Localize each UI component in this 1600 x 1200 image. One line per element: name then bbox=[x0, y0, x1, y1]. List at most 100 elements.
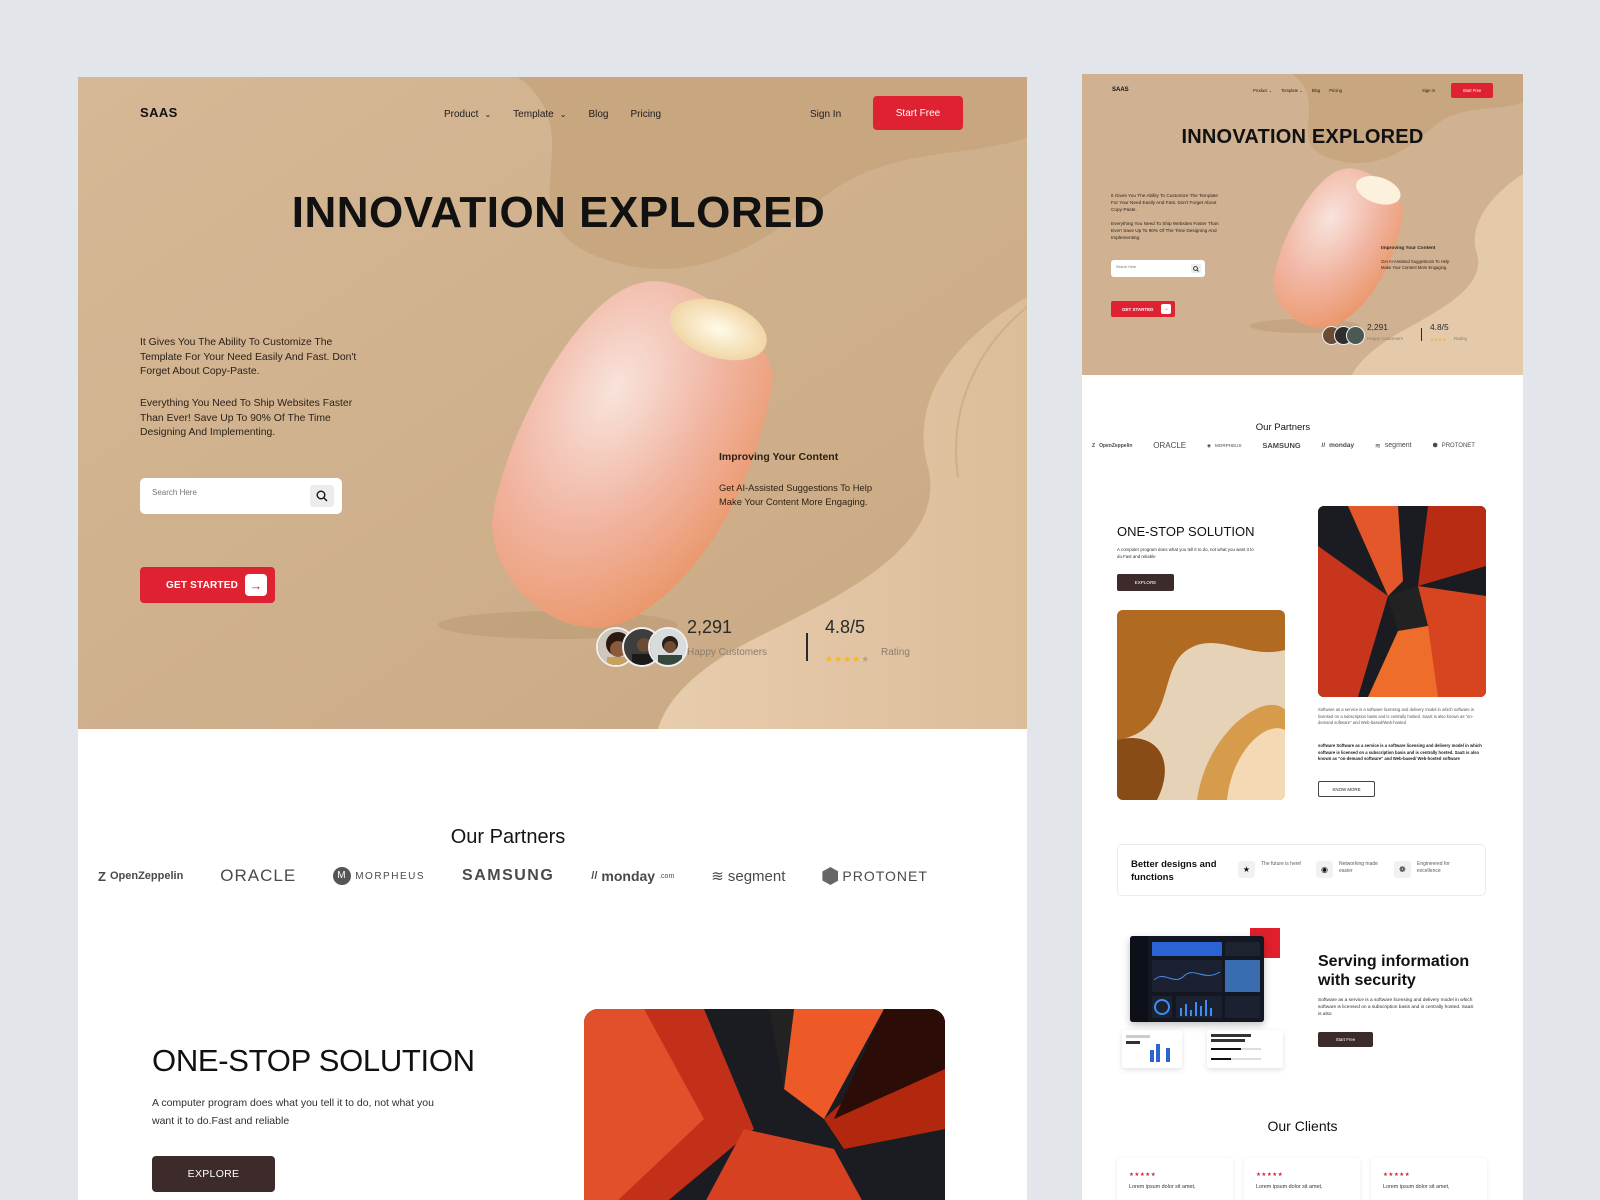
rating-stars: ★★★★ bbox=[1430, 337, 1447, 342]
hero-paragraph-1: It Gives You The Ability To Customize Th… bbox=[140, 337, 357, 378]
improve-title: Improving Your Content bbox=[1381, 246, 1436, 251]
rating-label: Rating bbox=[881, 647, 910, 658]
clients-title: Our Clients bbox=[1267, 1118, 1338, 1134]
stats-card bbox=[1122, 1030, 1182, 1068]
partners-title: Our Partners bbox=[1255, 422, 1311, 433]
feature-item: ★ The future is here! bbox=[1238, 861, 1305, 878]
customers-label: Happy Customers bbox=[687, 647, 768, 658]
customer-avatars bbox=[596, 627, 688, 667]
search-icon bbox=[1193, 265, 1199, 272]
nav-template[interactable]: Template ⌄ bbox=[513, 109, 566, 120]
saas-description: Software as a service is a software lice… bbox=[1318, 707, 1474, 726]
search-box bbox=[1111, 260, 1205, 277]
improve-title: Improving Your Content bbox=[719, 451, 839, 463]
hero-title: INNOVATION EXPLORED bbox=[291, 188, 826, 237]
hero-paragraph-2: Everything You Need To Ship Websites Fas… bbox=[140, 398, 353, 439]
avatar bbox=[1346, 326, 1365, 345]
abstract-image bbox=[584, 1009, 945, 1200]
nav-links: Product ⌄ Template ⌄ Blog Pricing bbox=[1253, 88, 1342, 93]
abstract-image bbox=[1318, 506, 1486, 697]
partners-title: Our Partners bbox=[450, 826, 566, 848]
customer-avatars bbox=[1322, 326, 1365, 345]
explore-button[interactable]: EXPLORE bbox=[152, 1156, 275, 1192]
serving-start-free-button[interactable]: Start Free bbox=[1318, 1032, 1373, 1047]
serving-text: Software as a service is a software lice… bbox=[1318, 998, 1474, 1017]
lock-icon: ◉ bbox=[1316, 861, 1333, 878]
rating-stars: ★★★★★ bbox=[1383, 1172, 1411, 1178]
chevron-down-icon: ⌄ bbox=[484, 110, 492, 119]
monday-logo: // monday bbox=[1321, 442, 1355, 449]
segment-logo: ≋ segment bbox=[1374, 442, 1412, 450]
bulb-icon: ❁ bbox=[1394, 861, 1411, 878]
hero-paragraph-2: Everything You Need To Ship Websites Fas… bbox=[1111, 221, 1219, 240]
features-bar: Better designs and functions ★ The futur… bbox=[1117, 844, 1486, 896]
client-card: ★★★★★ Lorem ipsum dolor sit amet, bbox=[1371, 1158, 1487, 1200]
warm-abstract-image bbox=[1117, 610, 1285, 800]
sign-in-link[interactable]: Sign In bbox=[1422, 88, 1435, 93]
client-card: ★★★★★ Lorem ipsum dolor sit amet, bbox=[1117, 1158, 1233, 1200]
top-nav: SAAS Product ⌄ Template ⌄ Blog Pricing Sig… bbox=[78, 77, 1027, 157]
segment-logo: ≋ segment bbox=[711, 867, 786, 886]
oracle-logo: ORACLE bbox=[1153, 441, 1187, 450]
landing-page-preview: SAAS Product ⌄ Template ⌄ Blog Pricing S… bbox=[1082, 74, 1523, 1200]
nav-product[interactable]: Product ⌄ bbox=[1253, 88, 1272, 93]
onestop-title: ONE-STOP SOLUTION bbox=[1117, 524, 1255, 539]
dashboard-screenshot bbox=[1130, 936, 1264, 1022]
nav-template[interactable]: Template ⌄ bbox=[1281, 88, 1303, 93]
nav-pricing[interactable]: Pricing bbox=[630, 109, 661, 120]
arrow-right-icon: → bbox=[245, 574, 267, 596]
get-started-label: GET STARTED bbox=[1122, 306, 1154, 312]
search-input[interactable] bbox=[1116, 265, 1176, 269]
search-box bbox=[140, 478, 342, 514]
feature-text: Networking made easier bbox=[1339, 861, 1378, 875]
nav-blog[interactable]: Blog bbox=[1312, 88, 1320, 93]
client-quote: Lorem ipsum dolor sit amet, bbox=[1256, 1184, 1323, 1190]
partner-logos: Z OpenZeppelin ORACLE ◉ MORPHEUS SAMSUNG… bbox=[1092, 441, 1475, 450]
feature-text: Engineered for excellence bbox=[1417, 861, 1450, 875]
rating-value: 4.8/5 bbox=[825, 617, 866, 637]
features-title: Better designs and functions bbox=[1131, 859, 1217, 883]
onestop-text: A computer program does what you tell it… bbox=[152, 1097, 434, 1127]
rating-value: 4.8/5 bbox=[1430, 322, 1449, 332]
onestop-title: ONE-STOP SOLUTION bbox=[152, 1043, 475, 1078]
partner-logos: Z OpenZeppelin ORACLE M MORPHEUS SAMSUNG /… bbox=[98, 866, 928, 886]
openzeppelin-logo: Z OpenZeppelin bbox=[1092, 442, 1133, 449]
sign-in-link[interactable]: Sign In bbox=[810, 109, 841, 120]
improve-text: Get AI-Assisted Suggestions To Help Make… bbox=[1381, 259, 1450, 271]
search-icon bbox=[316, 490, 328, 502]
nav-product[interactable]: Product ⌄ bbox=[444, 109, 491, 120]
start-free-button[interactable]: Start Free bbox=[873, 96, 963, 130]
serving-title: Serving information with security bbox=[1318, 953, 1470, 989]
client-quote: Lorem ipsum dolor sit amet, bbox=[1129, 1184, 1196, 1190]
avatar bbox=[648, 627, 688, 667]
oracle-logo: ORACLE bbox=[220, 866, 297, 885]
rating-stars: ★★★★★ bbox=[1129, 1172, 1157, 1178]
improve-text: Get AI-Assisted Suggestions To Help Make… bbox=[719, 482, 873, 507]
onestop-text: A computer program does what you tell it… bbox=[1117, 547, 1254, 560]
start-free-button[interactable]: Start Free bbox=[1451, 83, 1493, 98]
brand-logo[interactable]: SAAS bbox=[1112, 87, 1129, 93]
rating-stars: ★★★★★ bbox=[1256, 1172, 1284, 1178]
get-started-label: GET STARTED bbox=[166, 579, 239, 591]
protonet-logo: PROTONET bbox=[822, 867, 928, 885]
brand-logo[interactable]: SAAS bbox=[140, 105, 178, 120]
feature-text: The future is here! bbox=[1261, 861, 1302, 867]
nav-links: Product ⌄ Template ⌄ Blog Pricing bbox=[444, 109, 661, 120]
client-quote: Lorem ipsum dolor sit amet, bbox=[1383, 1184, 1450, 1190]
protonet-logo: ⬢ PROTONET bbox=[1432, 442, 1475, 450]
client-card: ★★★★★ Lorem ipsum dolor sit amet, bbox=[1244, 1158, 1360, 1200]
nav-pricing[interactable]: Pricing bbox=[1329, 88, 1342, 93]
get-started-button[interactable]: GET STARTED → bbox=[1111, 301, 1175, 317]
search-button[interactable] bbox=[1191, 264, 1201, 273]
nav-blog[interactable]: Blog bbox=[588, 109, 608, 120]
customers-label: Happy Customers bbox=[1367, 336, 1404, 341]
explore-button[interactable]: EXPLORE bbox=[1117, 574, 1174, 591]
search-input[interactable] bbox=[152, 488, 292, 497]
morpheus-logo: M MORPHEUS bbox=[333, 867, 425, 885]
samsung-logo: SAMSUNG bbox=[462, 867, 555, 884]
search-button[interactable] bbox=[310, 485, 334, 507]
hero-section-small: SAAS Product ⌄ Template ⌄ Blog Pricing S… bbox=[1082, 74, 1523, 375]
chevron-down-icon: ⌄ bbox=[559, 110, 567, 119]
get-started-button[interactable]: GET STARTED → bbox=[140, 567, 275, 603]
know-more-button[interactable]: KNOW MORE bbox=[1318, 781, 1375, 797]
